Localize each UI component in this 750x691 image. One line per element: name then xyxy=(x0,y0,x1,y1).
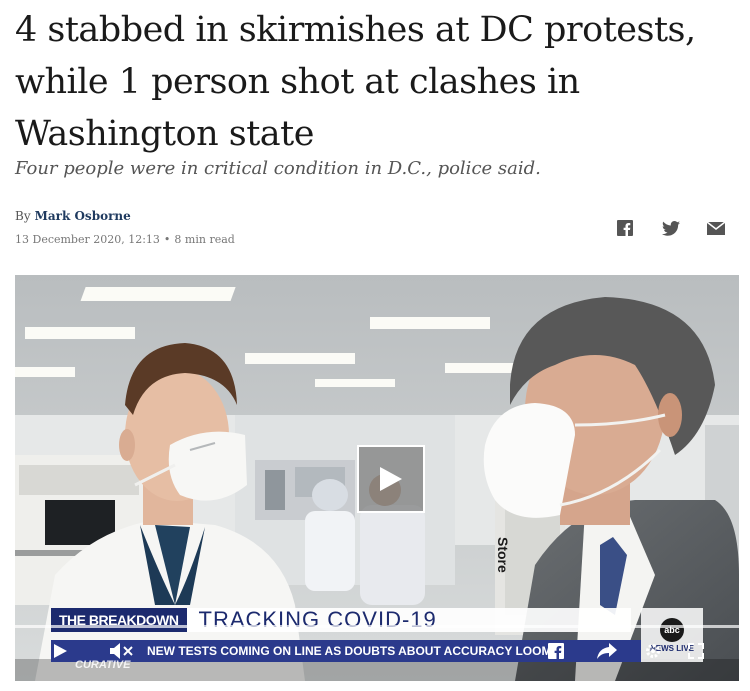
video-share-button[interactable] xyxy=(595,641,619,661)
fullscreen-icon xyxy=(688,643,704,659)
chyron-title: TRACKING COVID-19 xyxy=(186,608,631,632)
share-email-button[interactable] xyxy=(705,218,727,238)
video-player[interactable]: Store THE BREAKDOWN TRACKING COVID-19 ab… xyxy=(15,275,739,681)
video-mute-button[interactable] xyxy=(107,641,137,661)
dateline: 13 December 2020, 12:13 • 8 min read xyxy=(15,233,235,246)
video-share-facebook-button[interactable] xyxy=(545,641,567,661)
video-progress-bar[interactable] xyxy=(15,625,739,628)
chyron-top: THE BREAKDOWN TRACKING COVID-19 xyxy=(51,608,631,632)
video-settings-button[interactable] xyxy=(643,641,663,661)
video-play-overlay-button[interactable] xyxy=(357,445,425,513)
facebook-icon xyxy=(548,643,564,659)
byline: By Mark Osborne xyxy=(15,209,131,223)
read-time: 8 min read xyxy=(174,233,235,246)
share-arrow-icon xyxy=(597,643,617,659)
publish-date: 13 December 2020, 12:13 xyxy=(15,233,160,246)
facebook-icon xyxy=(617,220,633,236)
speaker-muted-icon xyxy=(110,643,133,659)
play-icon xyxy=(54,644,67,658)
video-play-button[interactable] xyxy=(49,641,71,661)
background-store-text: Store xyxy=(495,537,511,573)
author-link[interactable]: Mark Osborne xyxy=(35,209,131,223)
share-twitter-button[interactable] xyxy=(660,218,682,238)
chyron-tag: THE BREAKDOWN xyxy=(51,608,187,632)
byline-prefix: By xyxy=(15,209,31,223)
video-fullscreen-button[interactable] xyxy=(685,641,707,661)
share-facebook-button[interactable] xyxy=(614,218,636,238)
article-headline: 4 stabbed in skirmishes at DC protests, … xyxy=(15,10,696,154)
gear-icon xyxy=(646,644,660,658)
separator-dot: • xyxy=(163,233,171,246)
article-subheadline: Four people were in critical condition i… xyxy=(15,158,541,179)
twitter-icon xyxy=(662,220,680,236)
abc-logo: abc xyxy=(660,617,684,642)
play-icon xyxy=(380,467,402,491)
mail-icon xyxy=(707,221,725,235)
